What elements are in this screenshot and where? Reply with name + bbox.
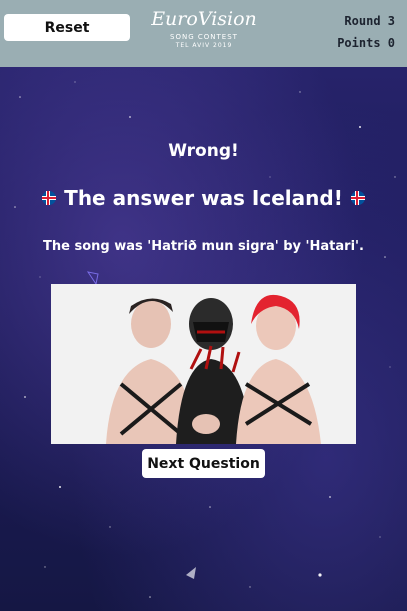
top-bar: Reset EuroVision SONG CONTEST TEL AVIV 2…: [0, 0, 407, 67]
iceland-flag-icon: [42, 191, 57, 205]
next-question-button[interactable]: Next Question: [142, 449, 265, 478]
points-counter: Points 0: [337, 36, 395, 50]
score-panel: Round 3 Points 0: [337, 10, 395, 54]
logo-subtitle: SONG CONTEST: [170, 33, 238, 41]
answer-text: The answer was Iceland!: [64, 186, 343, 210]
reset-button[interactable]: Reset: [4, 14, 130, 41]
round-counter: Round 3: [344, 14, 395, 28]
logo-location: TEL AVIV 2019: [175, 42, 233, 49]
song-info: The song was 'Hatrið mun sigra' by 'Hata…: [43, 239, 364, 254]
result-status: Wrong!: [168, 141, 239, 161]
iceland-flag-icon: [350, 191, 365, 205]
artist-photo: [51, 284, 356, 444]
logo-wordmark: EuroVision: [151, 8, 257, 30]
eurovision-logo: EuroVision SONG CONTEST TEL AVIV 2019: [150, 8, 258, 56]
answer-line: The answer was Iceland!: [0, 186, 407, 210]
